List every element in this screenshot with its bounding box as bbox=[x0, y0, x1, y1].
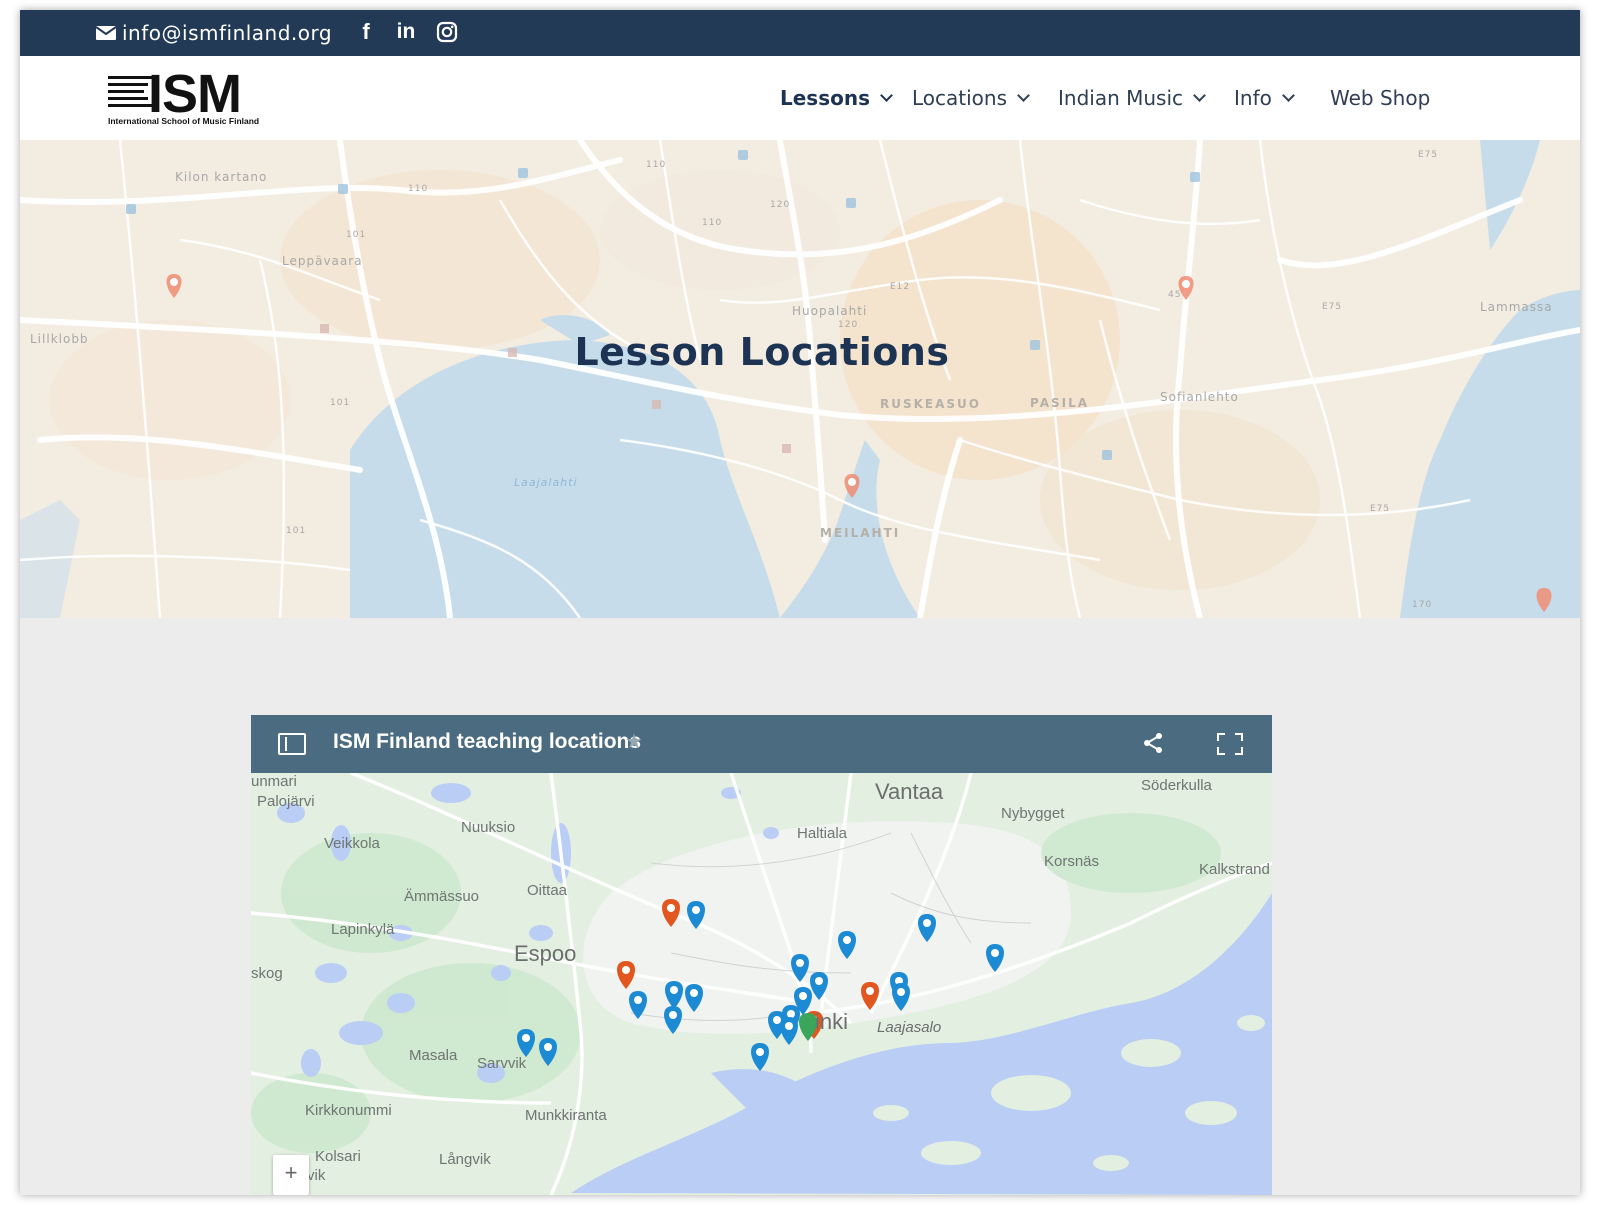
email-text: info@ismfinland.org bbox=[122, 21, 333, 45]
nav-locations-label: Locations bbox=[912, 86, 1008, 110]
map-label-espoo: Espoo bbox=[514, 941, 577, 966]
map-label-helsinki: inki bbox=[815, 1009, 849, 1034]
nav-lessons-label: Lessons bbox=[780, 86, 870, 110]
top-bar: info@ismfinland.org f in bbox=[20, 10, 1580, 56]
hero-map-label-leppavaara: Leppävaara bbox=[282, 254, 363, 268]
chevron-down-icon bbox=[1193, 89, 1206, 102]
hero-road-number: 101 bbox=[286, 526, 307, 536]
nav-web-shop[interactable]: Web Shop bbox=[1330, 82, 1430, 114]
chevron-down-icon bbox=[1017, 89, 1030, 102]
map-label-kolsari: Kolsari bbox=[315, 1148, 361, 1165]
embedded-map-toolbar: ISM Finland teaching locations ★ bbox=[251, 715, 1272, 773]
hero-road-number: 120 bbox=[838, 320, 859, 330]
hero-map-label-meilahti: MEILAHTI bbox=[820, 526, 901, 540]
map-label-haltiala: Haltiala bbox=[797, 825, 848, 842]
map-label-oittaa: Oittaa bbox=[527, 882, 568, 899]
envelope-icon bbox=[96, 26, 116, 40]
fullscreen-icon[interactable] bbox=[1217, 733, 1243, 755]
hero-map-banner: Kilon kartano Leppävaara Lillklobb Huopa… bbox=[20, 140, 1580, 618]
logo-lines-icon bbox=[108, 74, 152, 112]
hero-map-label-pasila: PASILA bbox=[1030, 396, 1090, 410]
zoom-in-button[interactable]: + bbox=[273, 1155, 309, 1195]
page-title: Lesson Locations bbox=[574, 330, 950, 374]
instagram-icon[interactable] bbox=[436, 18, 458, 46]
hero-road-number: E12 bbox=[890, 282, 911, 292]
side-panel-icon[interactable] bbox=[278, 733, 306, 755]
hero-road-number: E75 bbox=[1370, 504, 1391, 514]
map-label-veikkola: Veikkola bbox=[324, 835, 380, 852]
map-label-ammassuo: Ämmässuo bbox=[404, 888, 480, 905]
logo-wordmark: ISM bbox=[148, 64, 242, 124]
hero-road-number: 170 bbox=[1412, 600, 1433, 610]
ism-logo[interactable]: ISM International School of Music Finlan… bbox=[108, 64, 278, 128]
nav-locations[interactable]: Locations bbox=[912, 82, 1030, 114]
embedded-map-title: ISM Finland teaching locations bbox=[333, 730, 642, 753]
facebook-icon[interactable]: f bbox=[358, 18, 374, 46]
hero-road-number: E75 bbox=[1418, 150, 1439, 160]
hero-map-label-ruskeasuo: RUSKEASUO bbox=[880, 397, 981, 411]
hero-map-label-kilon-kartano: Kilon kartano bbox=[175, 170, 268, 184]
hero-road-number: 120 bbox=[770, 200, 791, 210]
hero-map-label-huopalahti: Huopalahti bbox=[792, 304, 868, 318]
nav-indian-music-label: Indian Music bbox=[1058, 86, 1184, 110]
hero-road-number: 110 bbox=[646, 160, 667, 170]
map-label-sarvvik: Sarvvik bbox=[477, 1055, 527, 1072]
logo-tagline: International School of Music Finland bbox=[108, 116, 260, 126]
map-label-skog: skog bbox=[251, 965, 283, 982]
hero-road-number: 45 bbox=[1168, 290, 1182, 300]
map-label-palojarvi: Palojärvi bbox=[257, 793, 315, 810]
map-label-vantaa: Vantaa bbox=[875, 779, 944, 804]
map-label-kalkstrand: Kalkstrand bbox=[1199, 861, 1270, 878]
map-label-lapinkyla: Lapinkylä bbox=[331, 921, 395, 938]
linkedin-icon[interactable]: in bbox=[395, 18, 417, 46]
map-label-soderkulla: Söderkulla bbox=[1141, 777, 1212, 794]
map-label-laajasalo: Laajasalo bbox=[877, 1019, 942, 1036]
map-label-munkkiranta: Munkkiranta bbox=[525, 1107, 607, 1124]
map-label-nybygget: Nybygget bbox=[1001, 805, 1065, 822]
hero-road-number: 101 bbox=[346, 230, 367, 240]
nav-info-label: Info bbox=[1234, 86, 1272, 110]
chevron-down-icon bbox=[880, 89, 893, 102]
hero-map-label-laajalahti: Laajalahti bbox=[514, 476, 578, 489]
nav-indian-music[interactable]: Indian Music bbox=[1058, 82, 1206, 114]
google-map-canvas[interactable] bbox=[251, 773, 1272, 1195]
share-icon[interactable] bbox=[1141, 731, 1165, 755]
email-link[interactable]: info@ismfinland.org bbox=[96, 20, 332, 46]
hero-map-label-lammassaari: Lammassa bbox=[1480, 300, 1553, 314]
map-label-masala: Masala bbox=[409, 1047, 458, 1064]
chevron-down-icon bbox=[1281, 89, 1295, 102]
map-label-nunmari: unmari bbox=[251, 773, 297, 790]
map-label-vik: vik bbox=[307, 1167, 326, 1184]
site-header: ISM International School of Music Finlan… bbox=[20, 56, 1580, 140]
hero-map-label-sofianlehto: Sofianlehto bbox=[1160, 390, 1239, 404]
map-label-korsnas: Korsnäs bbox=[1044, 853, 1100, 870]
hero-map-background bbox=[20, 140, 1580, 618]
hero-road-number: 110 bbox=[408, 184, 429, 194]
hero-road-number: 101 bbox=[330, 398, 351, 408]
map-label-nuuksio: Nuuksio bbox=[461, 819, 516, 836]
browser-page: info@ismfinland.org f in ISM Internation… bbox=[20, 10, 1580, 1195]
hero-road-number: 110 bbox=[702, 218, 723, 228]
embedded-map[interactable]: ISM Finland teaching locations ★ Vantaa … bbox=[251, 715, 1272, 1195]
nav-lessons[interactable]: Lessons bbox=[780, 82, 893, 114]
map-label-kirkkonummi: Kirkkonummi bbox=[305, 1102, 392, 1119]
star-icon[interactable]: ★ bbox=[625, 729, 643, 753]
map-label-langvik: Långvik bbox=[439, 1151, 491, 1168]
nav-web-shop-label: Web Shop bbox=[1330, 86, 1431, 110]
nav-info[interactable]: Info bbox=[1234, 82, 1295, 114]
instagram-glyph bbox=[436, 21, 458, 43]
hero-road-number: E75 bbox=[1322, 302, 1343, 312]
